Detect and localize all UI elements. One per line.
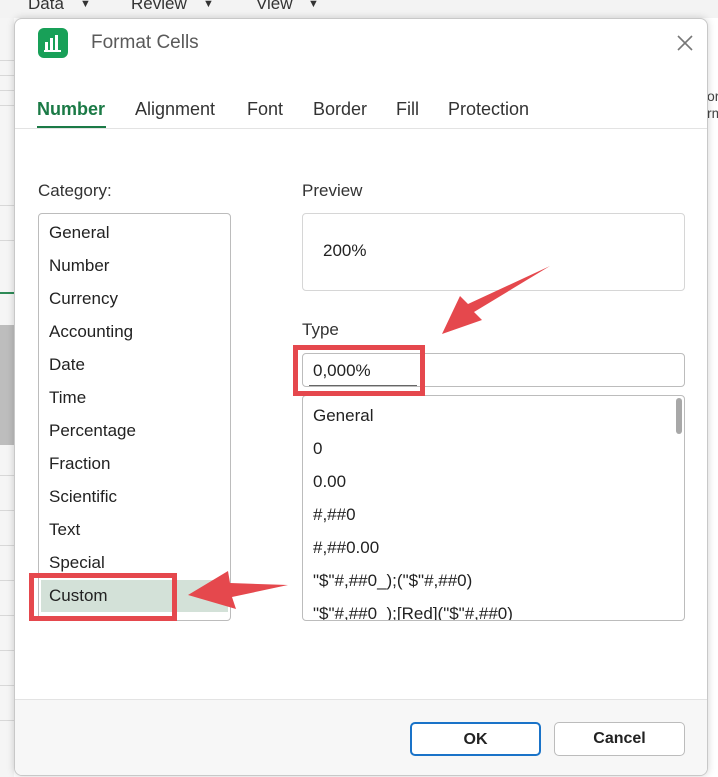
- close-icon[interactable]: [671, 29, 699, 57]
- tab-number[interactable]: Number: [37, 99, 105, 120]
- gridline: [0, 685, 14, 686]
- gridline: [0, 105, 14, 106]
- category-item-time[interactable]: Time: [41, 382, 228, 414]
- dialog-footer: OK Cancel: [15, 700, 707, 775]
- type-item-thousands-decimals[interactable]: #,##0.00: [313, 538, 379, 558]
- menu-data[interactable]: Data: [28, 0, 64, 14]
- tab-fill[interactable]: Fill: [396, 99, 419, 120]
- category-item-number[interactable]: Number: [41, 250, 228, 282]
- gridline: [0, 205, 14, 206]
- tab-bar: Number Alignment Font Border Fill Protec…: [15, 91, 707, 131]
- arrow-to-type-icon: [442, 266, 550, 334]
- tab-protection[interactable]: Protection: [448, 99, 529, 120]
- type-item-general[interactable]: General: [313, 406, 373, 426]
- arrow-to-custom-icon: [188, 571, 288, 609]
- gridline: [0, 60, 14, 61]
- menu-bar: Data ▼ Review ▼ View ▼: [0, 0, 718, 18]
- type-label: Type: [302, 320, 339, 339]
- tab-font[interactable]: Font: [247, 99, 283, 120]
- preview-value: 200%: [323, 241, 367, 260]
- gridline: [0, 240, 14, 241]
- menu-view[interactable]: View: [256, 0, 293, 14]
- gridline: [0, 75, 14, 76]
- type-format-list[interactable]: General 0 0.00 #,##0 #,##0.00 "$"#,##0_)…: [302, 395, 685, 621]
- gridline: [0, 510, 14, 511]
- selected-rows: [0, 325, 14, 445]
- category-item-accounting[interactable]: Accounting: [41, 316, 228, 348]
- gridline: [0, 615, 14, 616]
- preview-label: Preview: [302, 181, 363, 200]
- menu-review[interactable]: Review: [131, 0, 187, 14]
- category-item-percentage[interactable]: Percentage: [41, 415, 228, 447]
- ribbon-text-fragment: or: [707, 88, 718, 104]
- custom-category-highlight-box: [29, 573, 177, 621]
- tabs-divider: [15, 128, 707, 129]
- dialog-titlebar: Format Cells: [15, 19, 707, 69]
- category-item-scientific[interactable]: Scientific: [41, 481, 228, 513]
- gridline: [0, 720, 14, 721]
- cancel-button[interactable]: Cancel: [554, 722, 685, 756]
- ok-button[interactable]: OK: [410, 722, 541, 756]
- category-item-general[interactable]: General: [41, 217, 228, 249]
- tab-border[interactable]: Border: [313, 99, 367, 120]
- chevron-down-icon: ▼: [203, 0, 214, 10]
- category-item-date[interactable]: Date: [41, 349, 228, 381]
- type-item-thousands[interactable]: #,##0: [313, 505, 356, 525]
- type-input-highlight-box: [293, 345, 425, 396]
- category-item-fraction[interactable]: Fraction: [41, 448, 228, 480]
- format-cells-dialog: Format Cells Number Alignment Font Borde…: [14, 18, 708, 776]
- type-item-currency-red[interactable]: "$"#,##0_);[Red]("$"#,##0): [313, 604, 513, 620]
- gridline: [0, 580, 14, 581]
- type-item-0[interactable]: 0: [313, 439, 322, 459]
- gridline: [0, 292, 14, 294]
- gridline: [0, 90, 14, 91]
- ribbon-text-fragment: rm: [707, 105, 718, 121]
- type-list-scrollbar[interactable]: [676, 398, 682, 434]
- ribbon-fragment: [707, 18, 718, 777]
- category-list[interactable]: General Number Currency Accounting Date …: [38, 213, 231, 621]
- gridline: [0, 545, 14, 546]
- tab-alignment[interactable]: Alignment: [135, 99, 215, 120]
- category-item-text[interactable]: Text: [41, 514, 228, 546]
- chevron-down-icon: ▼: [308, 0, 319, 10]
- dialog-title: Format Cells: [91, 32, 199, 53]
- type-item-currency[interactable]: "$"#,##0_);("$"#,##0): [313, 571, 472, 591]
- spreadsheet-app-icon: [38, 28, 68, 58]
- gridline: [0, 475, 14, 476]
- type-item-0-00[interactable]: 0.00: [313, 472, 346, 492]
- gridline: [0, 650, 14, 651]
- category-item-currency[interactable]: Currency: [41, 283, 228, 315]
- category-label: Category:: [38, 181, 112, 200]
- chevron-down-icon: ▼: [80, 0, 91, 10]
